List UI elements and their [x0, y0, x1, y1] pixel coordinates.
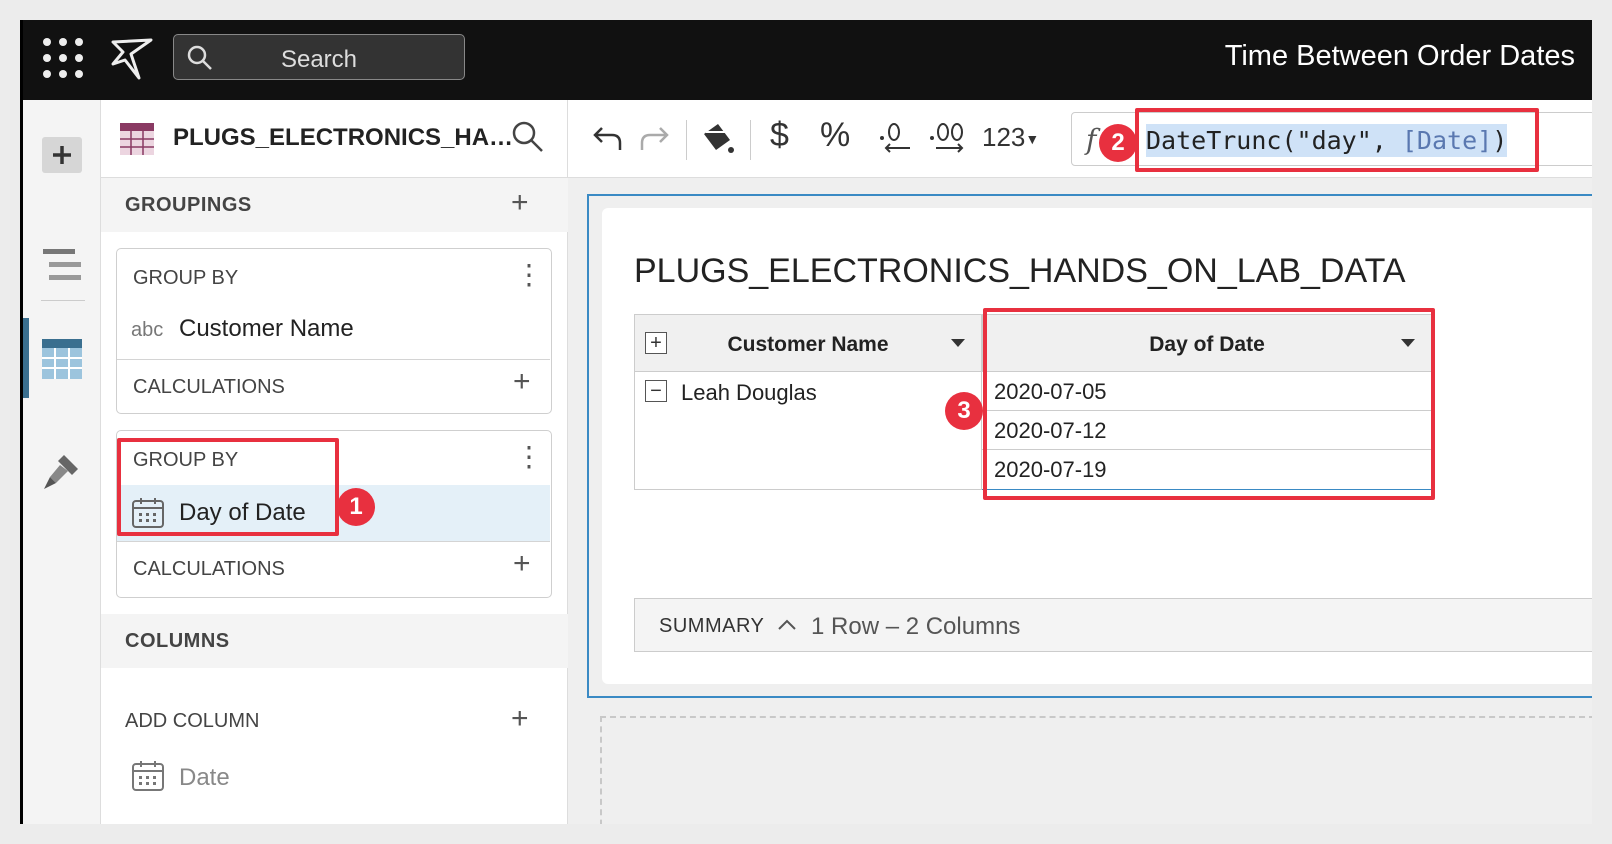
data-source-title[interactable]: PLUGS_ELECTRONICS_HA… [173, 124, 513, 152]
document-title[interactable]: Time Between Order Dates [1225, 40, 1575, 73]
left-rail [23, 100, 101, 824]
search-input[interactable]: Search [173, 34, 465, 80]
currency-format-button[interactable]: $ [770, 118, 789, 152]
data-source-table-icon [120, 123, 154, 155]
annotation-box-1 [117, 438, 339, 536]
summary-info: 1 Row – 2 Columns [811, 613, 1021, 640]
add-grouping-button[interactable]: + [511, 188, 529, 218]
grouping-menu-icon[interactable]: ⋮ [515, 443, 543, 471]
columns-label: COLUMNS [125, 630, 230, 652]
fill-color-button[interactable] [698, 120, 736, 164]
grouping-card-1: GROUP BY ⋮ abc Customer Name CALCULATION… [116, 248, 552, 414]
number-format-dropdown[interactable]: 123▼ [982, 124, 1039, 150]
chevron-up-icon[interactable] [775, 613, 799, 637]
collapse-icon[interactable]: − [645, 380, 667, 402]
grouping-column-customer-name[interactable]: abc Customer Name [117, 301, 550, 357]
column-header-customer-name[interactable]: + Customer Name [634, 314, 982, 372]
table-title[interactable]: PLUGS_ELECTRONICS_HANDS_ON_LAB_DATA [634, 252, 1406, 291]
calendar-icon [132, 761, 164, 791]
column-label: Date [179, 764, 230, 791]
percent-format-button[interactable]: % [820, 118, 850, 152]
add-column-button[interactable]: + [511, 704, 529, 734]
app-window: Search Time Between Order Dates PLUGS_EL… [20, 20, 1592, 824]
calculations-label: CALCULATIONS [133, 376, 285, 398]
toolbar-divider [750, 120, 751, 160]
rail-divider [41, 300, 85, 301]
element-properties-button[interactable] [23, 324, 101, 394]
chevron-down-icon: ▼ [1025, 131, 1040, 148]
add-column-label: ADD COLUMN [125, 710, 260, 732]
search-placeholder: Search [280, 46, 358, 73]
groupings-section-header: GROUPINGS + [101, 178, 568, 232]
summary-label: SUMMARY [659, 615, 765, 637]
customer-group-cell: − Leah Douglas [634, 372, 982, 490]
table-icon [42, 339, 82, 379]
decrease-decimals-button[interactable] [878, 118, 914, 162]
columns-section-header: COLUMNS [101, 614, 568, 668]
customer-name-value: Leah Douglas [681, 380, 817, 405]
add-calculation-button[interactable]: + [513, 367, 531, 397]
redo-button[interactable] [638, 122, 670, 160]
add-calculation-button[interactable]: + [513, 549, 531, 579]
panel-header: PLUGS_ELECTRONICS_HA… [101, 100, 568, 178]
grouping-menu-icon[interactable]: ⋮ [515, 261, 543, 289]
outline-icon [43, 249, 81, 280]
column-item-date[interactable]: Date [101, 750, 568, 806]
empty-drop-zone[interactable] [600, 716, 1592, 824]
column-header-label: Customer Name [727, 333, 889, 356]
annotation-badge-3: 3 [945, 392, 983, 430]
paintbrush-icon [44, 455, 78, 489]
grouping-column-label: Customer Name [179, 315, 354, 342]
add-element-button[interactable] [23, 120, 101, 190]
top-bar: Search Time Between Order Dates [23, 20, 1592, 100]
increase-decimals-icon [930, 123, 964, 153]
function-icon: f [1086, 123, 1097, 156]
group-by-label: GROUP BY [133, 267, 239, 289]
card-divider [117, 541, 550, 542]
annotation-box-3 [983, 308, 1435, 500]
groupings-label: GROUPINGS [125, 194, 252, 216]
toolbar-divider [686, 120, 687, 160]
panel-search-icon[interactable] [511, 120, 545, 154]
chevron-down-icon[interactable] [951, 339, 965, 347]
summary-bar[interactable]: SUMMARY 1 Row – 2 Columns [634, 598, 1592, 652]
undo-icon [593, 127, 622, 150]
undo-button[interactable] [592, 122, 624, 160]
annotation-badge-1: 1 [337, 488, 375, 526]
redo-icon [640, 127, 669, 150]
card-divider [117, 359, 550, 360]
text-type-badge: abc [131, 319, 164, 341]
page-outline-button[interactable] [23, 230, 101, 300]
workbook-canvas: PLUGS_ELECTRONICS_HANDS_ON_LAB_DATA + Cu… [568, 178, 1592, 824]
number-format-label: 123 [982, 122, 1026, 152]
paint-bucket-icon [704, 124, 734, 153]
plus-icon [42, 137, 82, 173]
annotation-box-2 [1135, 108, 1539, 172]
decrease-decimals-icon [880, 123, 910, 153]
format-button[interactable] [23, 436, 101, 506]
apps-grid-icon[interactable] [43, 38, 83, 78]
calculations-label: CALCULATIONS [133, 558, 285, 580]
sigma-logo-icon[interactable] [111, 38, 155, 80]
annotation-badge-2: 2 [1099, 124, 1137, 162]
increase-decimals-button[interactable] [928, 118, 968, 162]
